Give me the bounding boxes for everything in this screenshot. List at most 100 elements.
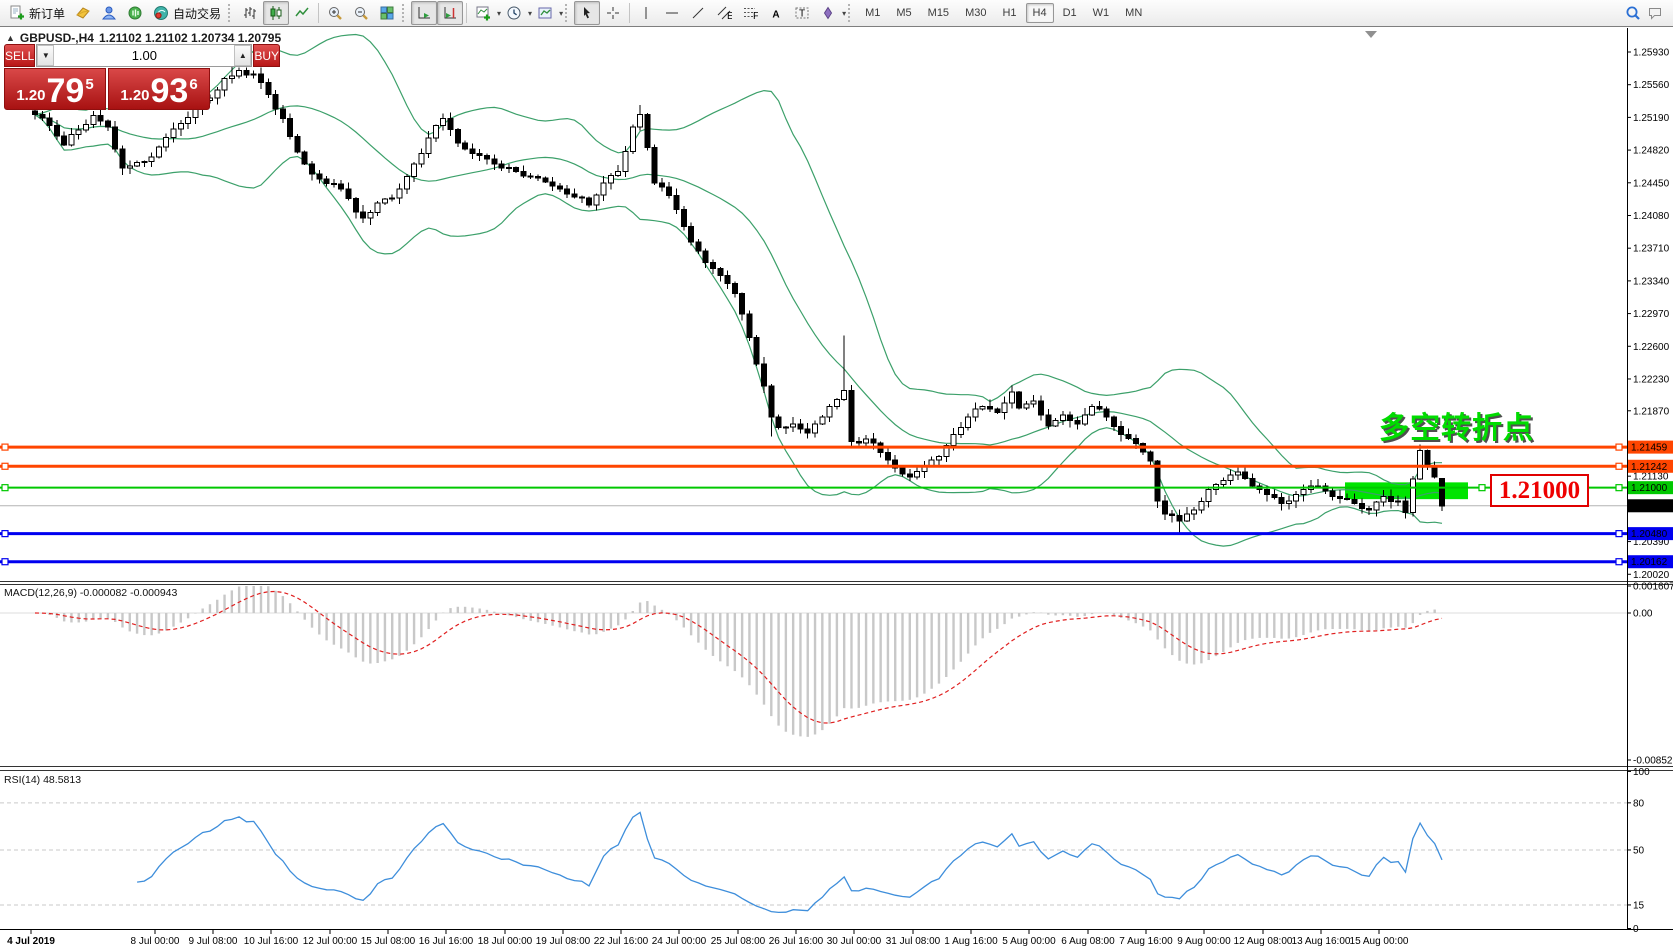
candlestick-chart-button[interactable] [263, 1, 289, 25]
line-handle[interactable] [2, 559, 8, 565]
strategy-tester-icon [101, 5, 117, 21]
one-click-toggle-icon[interactable]: ▲ [6, 33, 15, 43]
templates-dropdown-arrow[interactable]: ▾ [559, 9, 563, 18]
cursor-button[interactable] [574, 1, 600, 25]
one-click-trading-panel: SELL ▼ ▲ BUY 1.20 79 5 1.20 93 6 [4, 44, 210, 110]
line-chart-button[interactable] [289, 1, 315, 25]
metaeditor-button[interactable] [70, 1, 96, 25]
tab-w1[interactable]: W1 [1086, 3, 1117, 23]
hline-1.20162[interactable] [0, 559, 1627, 565]
price-tick-label: 1.22230 [1633, 374, 1670, 385]
price-tick-label: 1.25930 [1633, 48, 1670, 59]
time-tick-label: 7 Aug 16:00 [1119, 936, 1173, 947]
macd-pane [0, 586, 1627, 737]
zoom-out-button[interactable] [348, 1, 374, 25]
macd-indicator-label: MACD(12,26,9) -0.000082 -0.000943 [4, 587, 177, 599]
line-handle[interactable] [1616, 444, 1622, 450]
rsi-tick-label: 0 [1633, 924, 1639, 935]
new-order-button[interactable]: 新订单 [4, 2, 70, 24]
line-handle[interactable] [1616, 559, 1622, 565]
time-tick-label: 26 Jul 16:00 [769, 936, 824, 947]
tab-m30[interactable]: M30 [958, 3, 993, 23]
price-tick-label: 1.23710 [1633, 244, 1670, 255]
main-price-pane [0, 35, 1627, 565]
zoom-out-icon [353, 5, 369, 21]
indicators-button[interactable] [470, 1, 496, 25]
toolbar-drag-handle [228, 4, 233, 22]
tab-h1[interactable]: H1 [995, 3, 1023, 23]
price-callout-label[interactable]: 1.21000 [1490, 474, 1589, 507]
zoom-in-button[interactable] [322, 1, 348, 25]
time-tick-label: 31 Jul 08:00 [886, 936, 941, 947]
search-icon[interactable] [1625, 5, 1641, 21]
tab-h4[interactable]: H4 [1026, 3, 1054, 23]
arrows-dropdown-arrow[interactable]: ▾ [842, 9, 846, 18]
autotrading-button[interactable]: 自动交易 [148, 2, 226, 24]
line-handle[interactable] [1616, 485, 1622, 491]
alerts-button[interactable] [122, 1, 148, 25]
tab-m15[interactable]: M15 [921, 3, 956, 23]
price-tick-label: 1.21130 [1633, 472, 1669, 483]
candlestick-chart-icon [268, 5, 284, 21]
text-label-button[interactable]: T [789, 1, 815, 25]
time-tick-label: 9 Jul 08:00 [189, 936, 238, 947]
buy-price-pip: 6 [189, 76, 197, 93]
toolbar-drag-handle [565, 4, 570, 22]
volume-input[interactable] [54, 45, 234, 66]
hline-1.20480[interactable] [0, 531, 1627, 537]
indicators-icon [475, 5, 491, 21]
buy-button[interactable]: BUY [253, 44, 280, 67]
sell-price-display[interactable]: 1.20 79 5 [4, 68, 106, 110]
trendline-icon [690, 5, 706, 21]
volume-up-button[interactable]: ▲ [234, 45, 251, 66]
turning-point-annotation[interactable]: 多空转折点 [1379, 403, 1534, 447]
periods-button[interactable] [501, 1, 527, 25]
volume-down-button[interactable]: ▼ [37, 45, 54, 66]
chart-shift-button[interactable] [437, 1, 463, 25]
arrows-button[interactable] [815, 1, 841, 25]
time-tick-label: 24 Jul 00:00 [652, 936, 707, 947]
buy-price-display[interactable]: 1.20 93 6 [108, 68, 210, 110]
macd-tick-label: 0.00 [1633, 609, 1653, 620]
line-chart-icon [294, 5, 310, 21]
tab-d1[interactable]: D1 [1056, 3, 1084, 23]
horizontal-line-button[interactable] [659, 1, 685, 25]
tile-windows-button[interactable] [374, 1, 400, 25]
channel-button[interactable]: E [711, 1, 737, 25]
line-handle[interactable] [1479, 485, 1485, 491]
auto-scroll-button[interactable] [411, 1, 437, 25]
trendline-button[interactable] [685, 1, 711, 25]
fibonacci-button[interactable]: F [737, 1, 763, 25]
bar-chart-button[interactable] [237, 1, 263, 25]
hline-1.21242[interactable] [0, 463, 1627, 469]
time-tick-label: 25 Jul 08:00 [711, 936, 766, 947]
line-handle[interactable] [2, 485, 8, 491]
strategy-tester-button[interactable] [96, 1, 122, 25]
tab-m1[interactable]: M1 [858, 3, 887, 23]
chart-shift-marker[interactable] [1365, 31, 1377, 38]
line-handle[interactable] [1616, 463, 1622, 469]
price-callout-text: 1.21000 [1499, 478, 1580, 503]
line-handle[interactable] [2, 444, 8, 450]
vertical-line-button[interactable] [633, 1, 659, 25]
rsi-indicator-label: RSI(14) 48.5813 [4, 774, 81, 786]
chart-canvas[interactable]: 1.259301.255601.251901.248201.244501.240… [0, 0, 1673, 950]
line-handle[interactable] [2, 531, 8, 537]
text-button[interactable]: A [763, 1, 789, 25]
price-badge: 1.21000 [1631, 483, 1668, 494]
svg-text:E: E [727, 11, 732, 21]
time-axis[interactable]: 4 Jul 20198 Jul 00:009 Jul 08:0010 Jul 1… [7, 930, 1409, 947]
rsi-tick-label: 50 [1633, 845, 1645, 856]
tab-mn[interactable]: MN [1118, 3, 1149, 23]
toolbar-separator [318, 3, 319, 23]
time-tick-label: 19 Jul 08:00 [536, 936, 591, 947]
sell-button[interactable]: SELL [4, 44, 35, 67]
line-handle[interactable] [2, 463, 8, 469]
crosshair-button[interactable] [600, 1, 626, 25]
line-handle[interactable] [1616, 531, 1622, 537]
chat-icon[interactable] [1647, 5, 1663, 21]
templates-button[interactable] [532, 1, 558, 25]
tab-m5[interactable]: M5 [889, 3, 918, 23]
new-order-icon [9, 5, 25, 21]
time-tick-label: 6 Aug 08:00 [1061, 936, 1115, 947]
